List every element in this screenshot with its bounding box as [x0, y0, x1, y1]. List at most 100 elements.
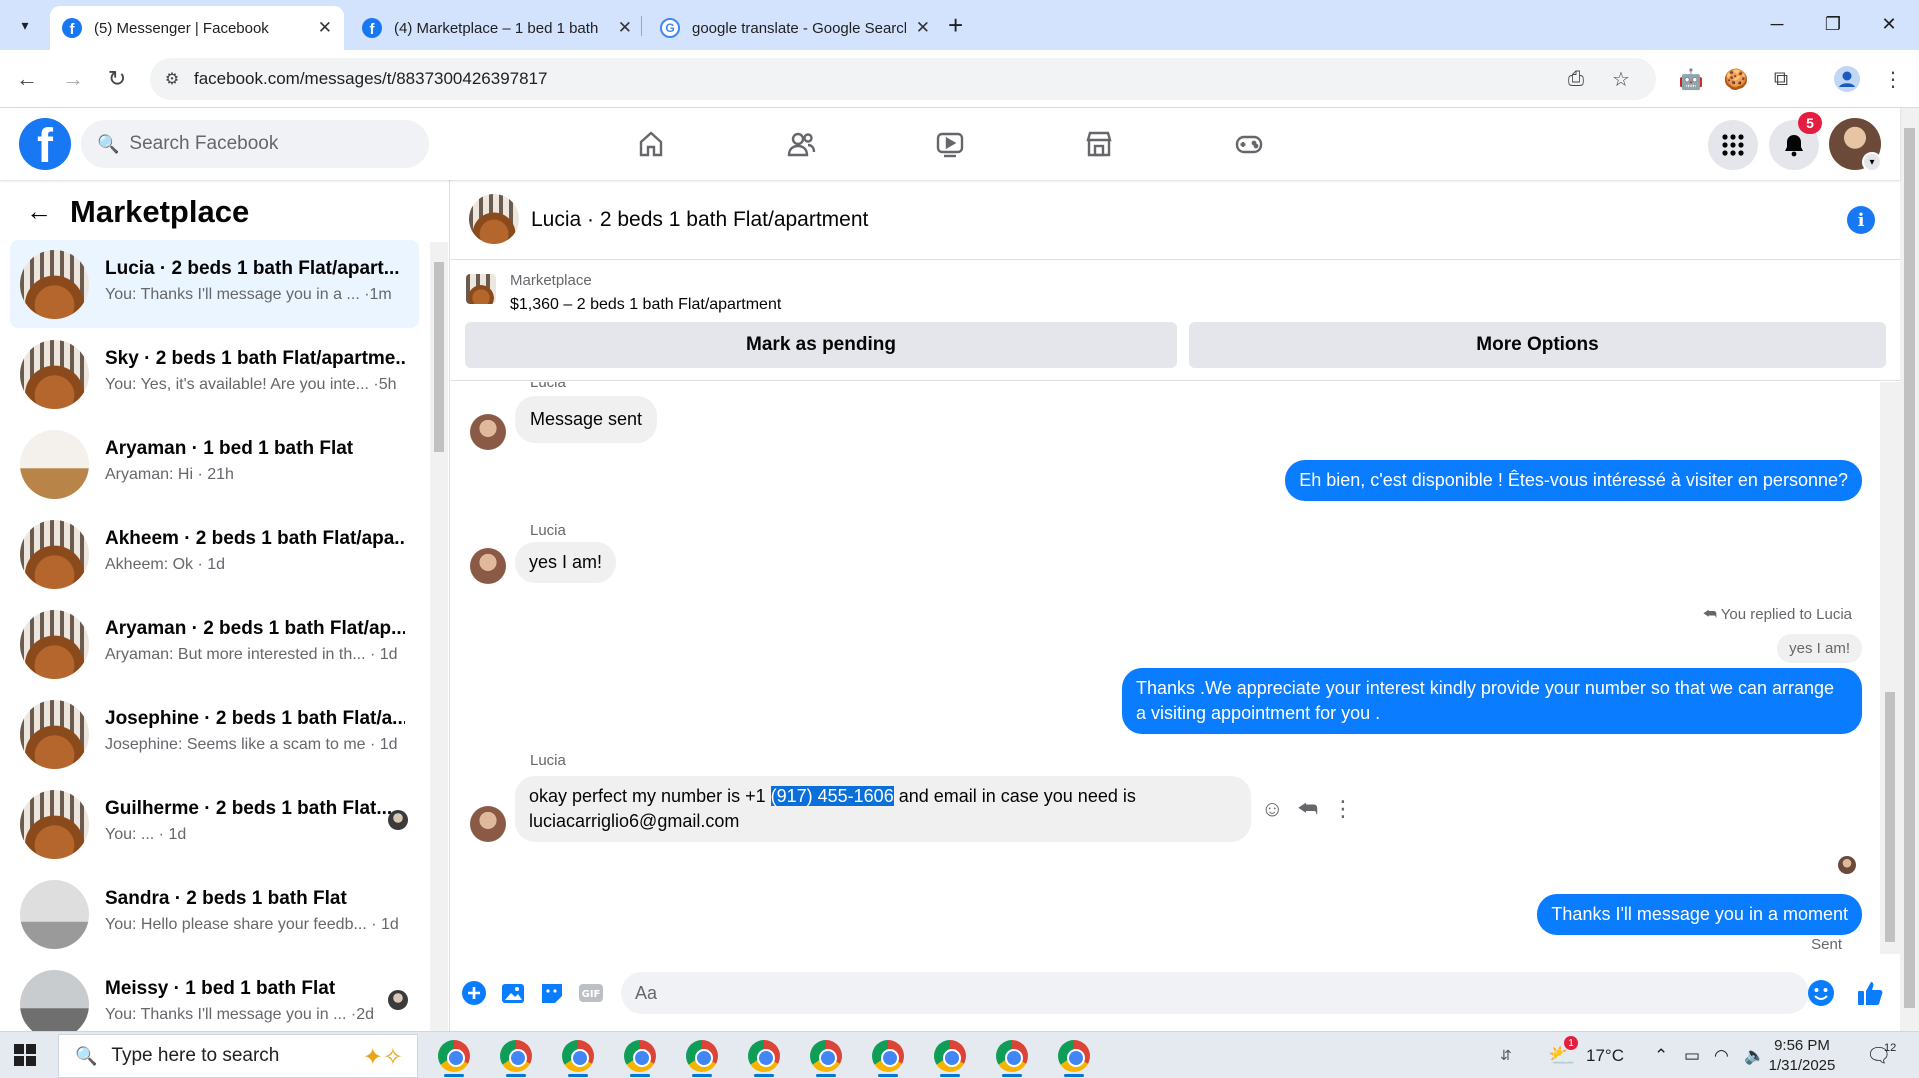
chrome-profile-icon[interactable]: [1832, 64, 1862, 94]
chrome-taskbar-icon[interactable]: [934, 1040, 966, 1072]
sender-avatar[interactable]: [470, 806, 506, 842]
chrome-taskbar-icon[interactable]: [500, 1040, 532, 1072]
photo-icon[interactable]: [498, 978, 528, 1008]
chrome-taskbar-icon[interactable]: [748, 1040, 780, 1072]
site-info-icon[interactable]: ⚙: [150, 69, 194, 89]
back-arrow-icon[interactable]: ←: [26, 196, 52, 227]
restore-button[interactable]: ❐: [1810, 8, 1856, 40]
nav-video-icon[interactable]: [894, 120, 1006, 168]
info-icon[interactable]: i: [1847, 206, 1875, 234]
nav-gaming-icon[interactable]: [1193, 120, 1305, 168]
url-text[interactable]: facebook.com/messages/t/8837300426397817: [194, 69, 547, 89]
add-plus-icon[interactable]: [459, 978, 489, 1008]
minimize-button[interactable]: ─: [1754, 8, 1800, 40]
outgoing-message[interactable]: Thanks I'll message you in a moment: [1537, 894, 1862, 935]
conversation-item[interactable]: Sandra · 2 beds 1 bath Flat You: Hello p…: [10, 870, 419, 958]
outgoing-message[interactable]: Eh bien, c'est disponible ! Êtes-vous in…: [1285, 460, 1862, 501]
email-text[interactable]: luciacarriglio6@gmail.com: [529, 811, 739, 831]
reply-icon[interactable]: ⮪: [1297, 796, 1317, 822]
more-actions-icon[interactable]: ⋮: [1332, 796, 1354, 822]
sidebar-scrollbar[interactable]: [430, 242, 448, 1031]
conversation-item[interactable]: Akheem · 2 beds 1 bath Flat/apa... Akhee…: [10, 510, 419, 598]
message-composer: GIF: [451, 960, 1900, 1030]
conversation-item[interactable]: Guilherme · 2 beds 1 bath Flat... You: .…: [10, 780, 419, 868]
react-emoji-icon[interactable]: ☺: [1261, 796, 1283, 822]
taskbar-scroll-arrows[interactable]: ⇵: [1500, 1032, 1512, 1078]
close-window-button[interactable]: ✕: [1866, 8, 1912, 40]
extension-robot-icon[interactable]: 🤖: [1676, 64, 1706, 94]
chrome-taskbar-icon[interactable]: [996, 1040, 1028, 1072]
new-tab-button[interactable]: +: [948, 10, 963, 40]
thread-scrollbar[interactable]: [1880, 382, 1900, 954]
facebook-search-input[interactable]: 🔍 Search Facebook: [81, 120, 429, 168]
forward-button[interactable]: →: [58, 64, 88, 94]
conversation-item[interactable]: Aryaman · 1 bed 1 bath Flat Aryaman: Hi …: [10, 420, 419, 508]
taskbar-clock[interactable]: 9:56 PM 1/31/2025: [1752, 1036, 1852, 1076]
incoming-message[interactable]: yes I am!: [515, 542, 617, 583]
nav-friends-icon[interactable]: [745, 120, 857, 168]
message-input[interactable]: [621, 972, 1809, 1014]
mark-as-pending-button[interactable]: Mark as pending: [465, 322, 1177, 368]
incoming-message[interactable]: Message sent: [515, 396, 658, 443]
tab-separator: [641, 16, 642, 36]
sender-avatar[interactable]: [470, 548, 506, 584]
extension-cookie-icon[interactable]: 🍪: [1721, 64, 1751, 94]
more-options-button[interactable]: More Options: [1189, 322, 1886, 368]
incoming-message[interactable]: okay perfect my number is +1 (917) 455-1…: [515, 776, 1251, 842]
close-tab-icon[interactable]: ✕: [618, 18, 632, 38]
wifi-icon[interactable]: ◠: [1714, 1032, 1729, 1078]
chrome-taskbar-icon[interactable]: [562, 1040, 594, 1072]
chrome-taskbar-icon[interactable]: [438, 1040, 470, 1072]
conversation-item[interactable]: Josephine · 2 beds 1 bath Flat/a... Jose…: [10, 690, 419, 778]
listing-thumbnail[interactable]: [466, 274, 496, 304]
gif-icon[interactable]: GIF: [576, 978, 606, 1008]
tab-messenger[interactable]: f (5) Messenger | Facebook ✕: [50, 6, 344, 50]
page-scrollbar-thumb[interactable]: [1904, 128, 1915, 1008]
sticker-icon[interactable]: [537, 978, 567, 1008]
chrome-taskbar-icon[interactable]: [810, 1040, 842, 1072]
nav-home-icon[interactable]: [595, 120, 707, 168]
emoji-icon[interactable]: [1806, 978, 1836, 1008]
back-button[interactable]: ←: [12, 64, 42, 94]
tab-marketplace[interactable]: f (4) Marketplace – 1 bed 1 bath ✕: [350, 6, 644, 50]
chrome-menu-icon[interactable]: ⋮: [1878, 64, 1908, 94]
quoted-message[interactable]: yes I am!: [1777, 634, 1862, 663]
phone-number-selection[interactable]: (917) 455-1606: [770, 786, 894, 806]
chrome-taskbar-icon[interactable]: [1058, 1040, 1090, 1072]
tab-google-search[interactable]: G google translate - Google Search ✕: [648, 6, 942, 50]
battery-icon[interactable]: ▭: [1684, 1032, 1700, 1078]
conversation-item[interactable]: Meissy · 1 bed 1 bath Flat You: Thanks I…: [10, 960, 419, 1031]
sender-avatar[interactable]: [470, 414, 506, 450]
taskbar-search-box[interactable]: 🔍 Type here to search ✦✧: [58, 1034, 418, 1078]
outgoing-message[interactable]: Thanks .We appreciate your interest kind…: [1122, 668, 1862, 734]
show-hidden-icons-chevron-up-icon[interactable]: ⌃: [1654, 1032, 1668, 1078]
chrome-taskbar-icon[interactable]: [872, 1040, 904, 1072]
install-app-icon[interactable]: ⎙: [1568, 58, 1584, 100]
reload-button[interactable]: ↻: [102, 64, 132, 94]
extensions-puzzle-icon[interactable]: ⧉: [1766, 64, 1796, 94]
chat-title[interactable]: Lucia · 2 beds 1 bath Flat/apartment: [531, 208, 868, 232]
address-bar[interactable]: ⚙ facebook.com/messages/t/88373004263978…: [150, 58, 1656, 100]
notification-center-icon[interactable]: 🗨: [1866, 1032, 1891, 1078]
conversation-item[interactable]: Sky · 2 beds 1 bath Flat/apartme... You:…: [10, 330, 419, 418]
thumbs-up-icon[interactable]: [1855, 978, 1885, 1008]
close-tab-icon[interactable]: ✕: [318, 18, 332, 38]
nav-marketplace-icon[interactable]: [1043, 120, 1155, 168]
chrome-taskbar-icon[interactable]: [624, 1040, 656, 1072]
listing-price[interactable]: $1,360 – 2 beds 1 bath Flat/apartment: [510, 296, 781, 314]
thread-scrollbar-thumb[interactable]: [1885, 692, 1895, 942]
account-chevron-down-icon[interactable]: ▾: [1862, 152, 1882, 172]
page-scrollbar[interactable]: [1900, 108, 1919, 1031]
windows-start-icon[interactable]: [14, 1044, 36, 1066]
chat-avatar[interactable]: [469, 194, 519, 244]
close-tab-icon[interactable]: ✕: [916, 18, 930, 38]
conversation-item[interactable]: Aryaman · 2 beds 1 bath Flat/ap... Aryam…: [10, 600, 419, 688]
menu-grid-icon[interactable]: [1708, 120, 1758, 170]
conversation-item[interactable]: Lucia · 2 beds 1 bath Flat/apart... You:…: [10, 240, 419, 328]
bookmark-star-icon[interactable]: ☆: [1612, 58, 1630, 100]
facebook-logo-icon[interactable]: f: [19, 118, 71, 170]
chrome-taskbar-icon[interactable]: [686, 1040, 718, 1072]
weather-temperature[interactable]: 17°C: [1586, 1032, 1624, 1078]
tab-search-menu-button[interactable]: ▾: [8, 10, 42, 40]
sidebar-scrollbar-thumb[interactable]: [434, 262, 444, 452]
